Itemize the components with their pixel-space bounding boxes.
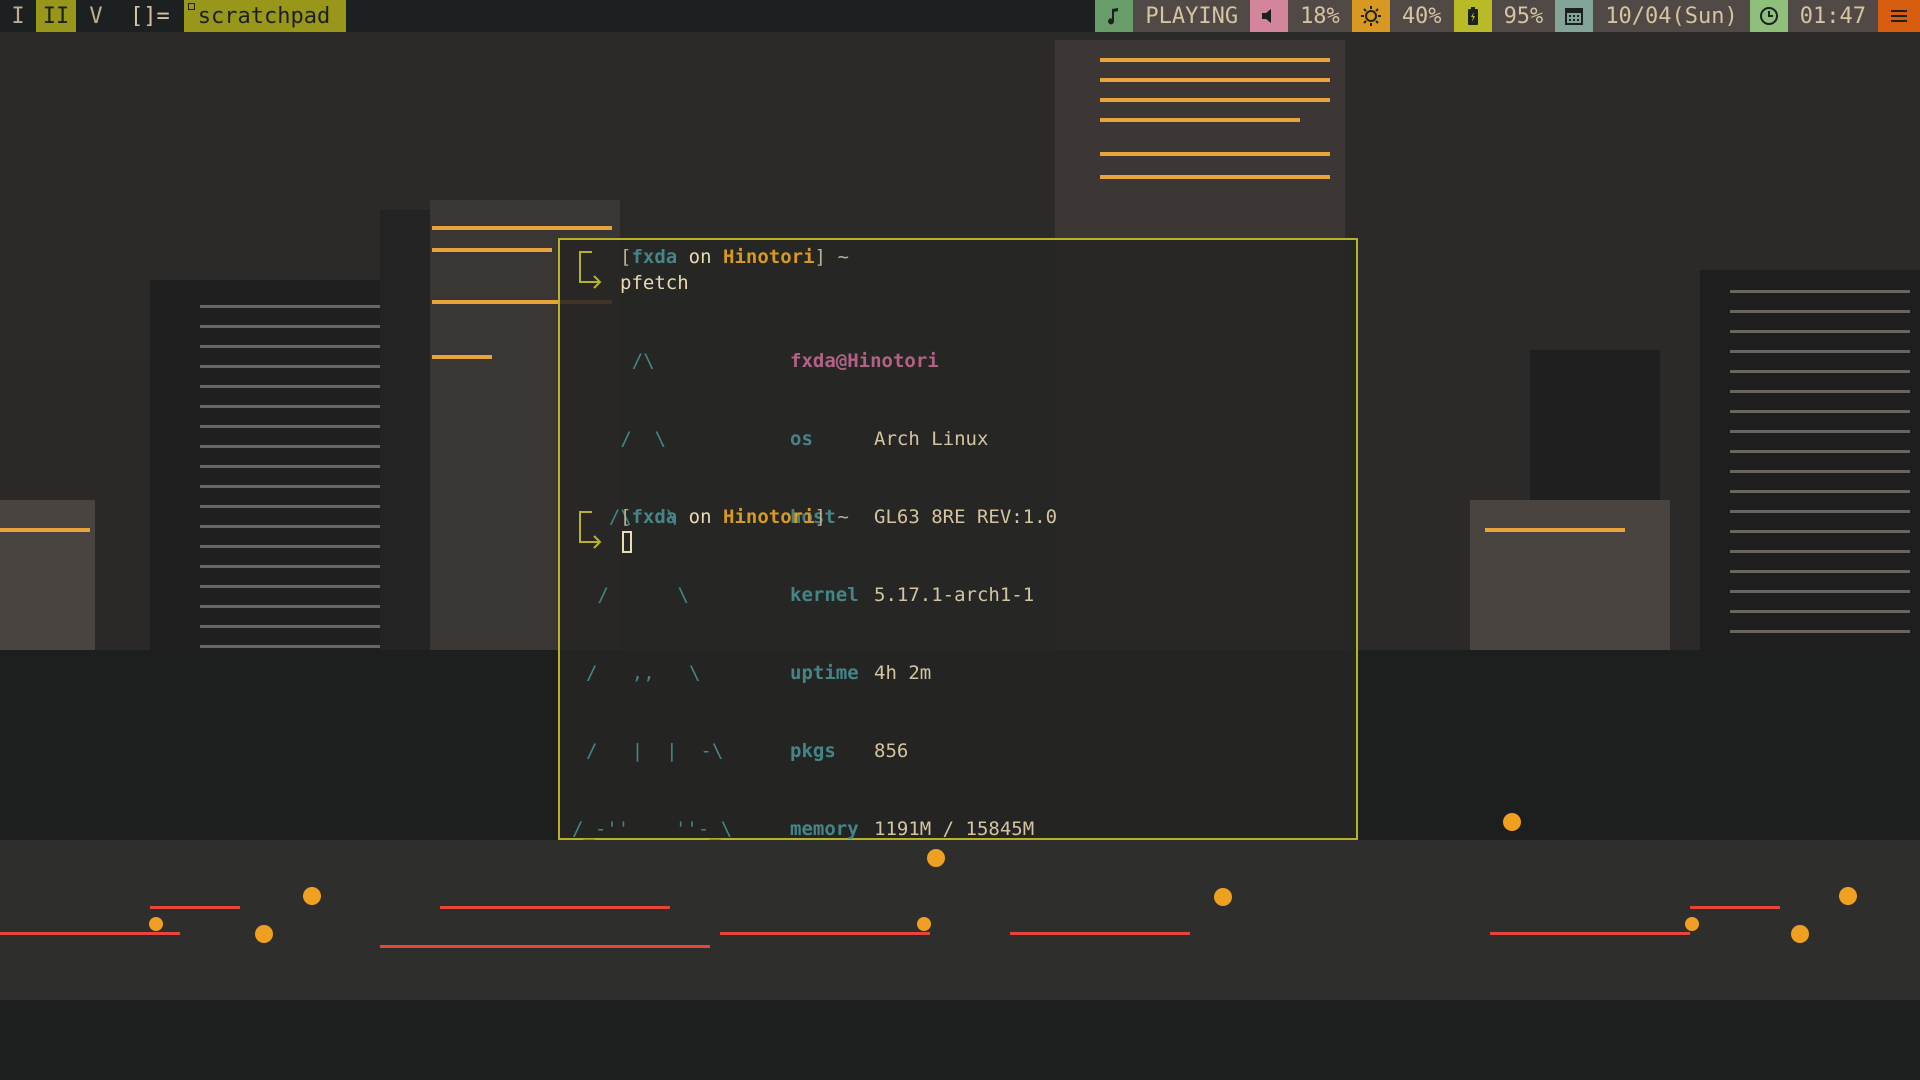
prompt-user: fxda bbox=[631, 506, 678, 528]
prompt-line: [fxda on Hinotori] ~ bbox=[620, 506, 849, 528]
status-bar: I II V []= scratchpad PLAYING 18% 40% 95… bbox=[0, 0, 1920, 32]
sun-icon bbox=[1351, 0, 1390, 32]
prompt-block: [fxda on Hinotori] ~ pfetch bbox=[572, 244, 1356, 296]
info-row: os Arch Linux bbox=[790, 428, 989, 450]
system-info: fxda@Hinotori os Arch Linux host GL63 8RE … bbox=[790, 296, 1057, 894]
user-host: fxda@Hinotori bbox=[790, 350, 939, 372]
info-row: memory 1191M / 15845M bbox=[790, 818, 1035, 840]
calendar-icon bbox=[1555, 0, 1594, 32]
prompt-arrow-icon bbox=[579, 251, 602, 289]
prompt-arrow-icon bbox=[579, 511, 602, 549]
battery-block[interactable]: 95% bbox=[1453, 0, 1556, 32]
prompt-host: Hinotori bbox=[723, 506, 815, 528]
speaker-icon bbox=[1250, 0, 1289, 32]
menu-block[interactable] bbox=[1878, 0, 1920, 32]
tag-2[interactable]: II bbox=[36, 0, 76, 32]
prompt-host: Hinotori bbox=[723, 246, 815, 268]
text-cursor[interactable] bbox=[622, 531, 632, 553]
music-block[interactable]: PLAYING bbox=[1095, 0, 1251, 32]
music-status: PLAYING bbox=[1133, 0, 1251, 32]
date-block[interactable]: 10/04(Sun) bbox=[1555, 0, 1750, 32]
window-title-label: scratchpad bbox=[197, 3, 331, 29]
window-title: scratchpad bbox=[183, 0, 347, 32]
bar-spacer bbox=[346, 0, 1095, 32]
time-block[interactable]: 01:47 bbox=[1749, 0, 1878, 32]
clock-icon bbox=[1749, 0, 1788, 32]
layout-indicator[interactable]: []= bbox=[116, 0, 184, 32]
prompt-line: [fxda on Hinotori] ~ bbox=[620, 246, 849, 268]
info-row: pkgs 856 bbox=[790, 740, 909, 762]
menu-icon bbox=[1878, 0, 1920, 32]
volume-block[interactable]: 18% bbox=[1250, 0, 1352, 32]
tag-1[interactable]: I bbox=[0, 0, 36, 32]
battery-icon bbox=[1453, 0, 1492, 32]
music-note-icon bbox=[1095, 0, 1134, 32]
time-value: 01:47 bbox=[1787, 0, 1878, 32]
command-text: pfetch bbox=[620, 272, 689, 294]
prompt-user: fxda bbox=[631, 246, 678, 268]
terminal-window[interactable]: [fxda on Hinotori] ~ pfetch /\ / \ /\ \ … bbox=[558, 238, 1358, 840]
prompt-block: [fxda on Hinotori] ~ bbox=[572, 504, 1356, 556]
info-row: kernel 5.17.1-arch1-1 bbox=[790, 584, 1035, 606]
pfetch-output: /\ / \ /\ \ / \ / ,, \ / | | -\ /_-'' ''… bbox=[572, 296, 1356, 840]
tag-5[interactable]: V bbox=[76, 0, 116, 32]
floating-indicator bbox=[187, 3, 195, 10]
battery-value: 95% bbox=[1491, 0, 1556, 32]
brightness-value: 40% bbox=[1389, 0, 1454, 32]
info-row: uptime 4h 2m bbox=[790, 662, 932, 684]
volume-value: 18% bbox=[1288, 0, 1352, 32]
date-value: 10/04(Sun) bbox=[1593, 0, 1750, 32]
brightness-block[interactable]: 40% bbox=[1351, 0, 1454, 32]
